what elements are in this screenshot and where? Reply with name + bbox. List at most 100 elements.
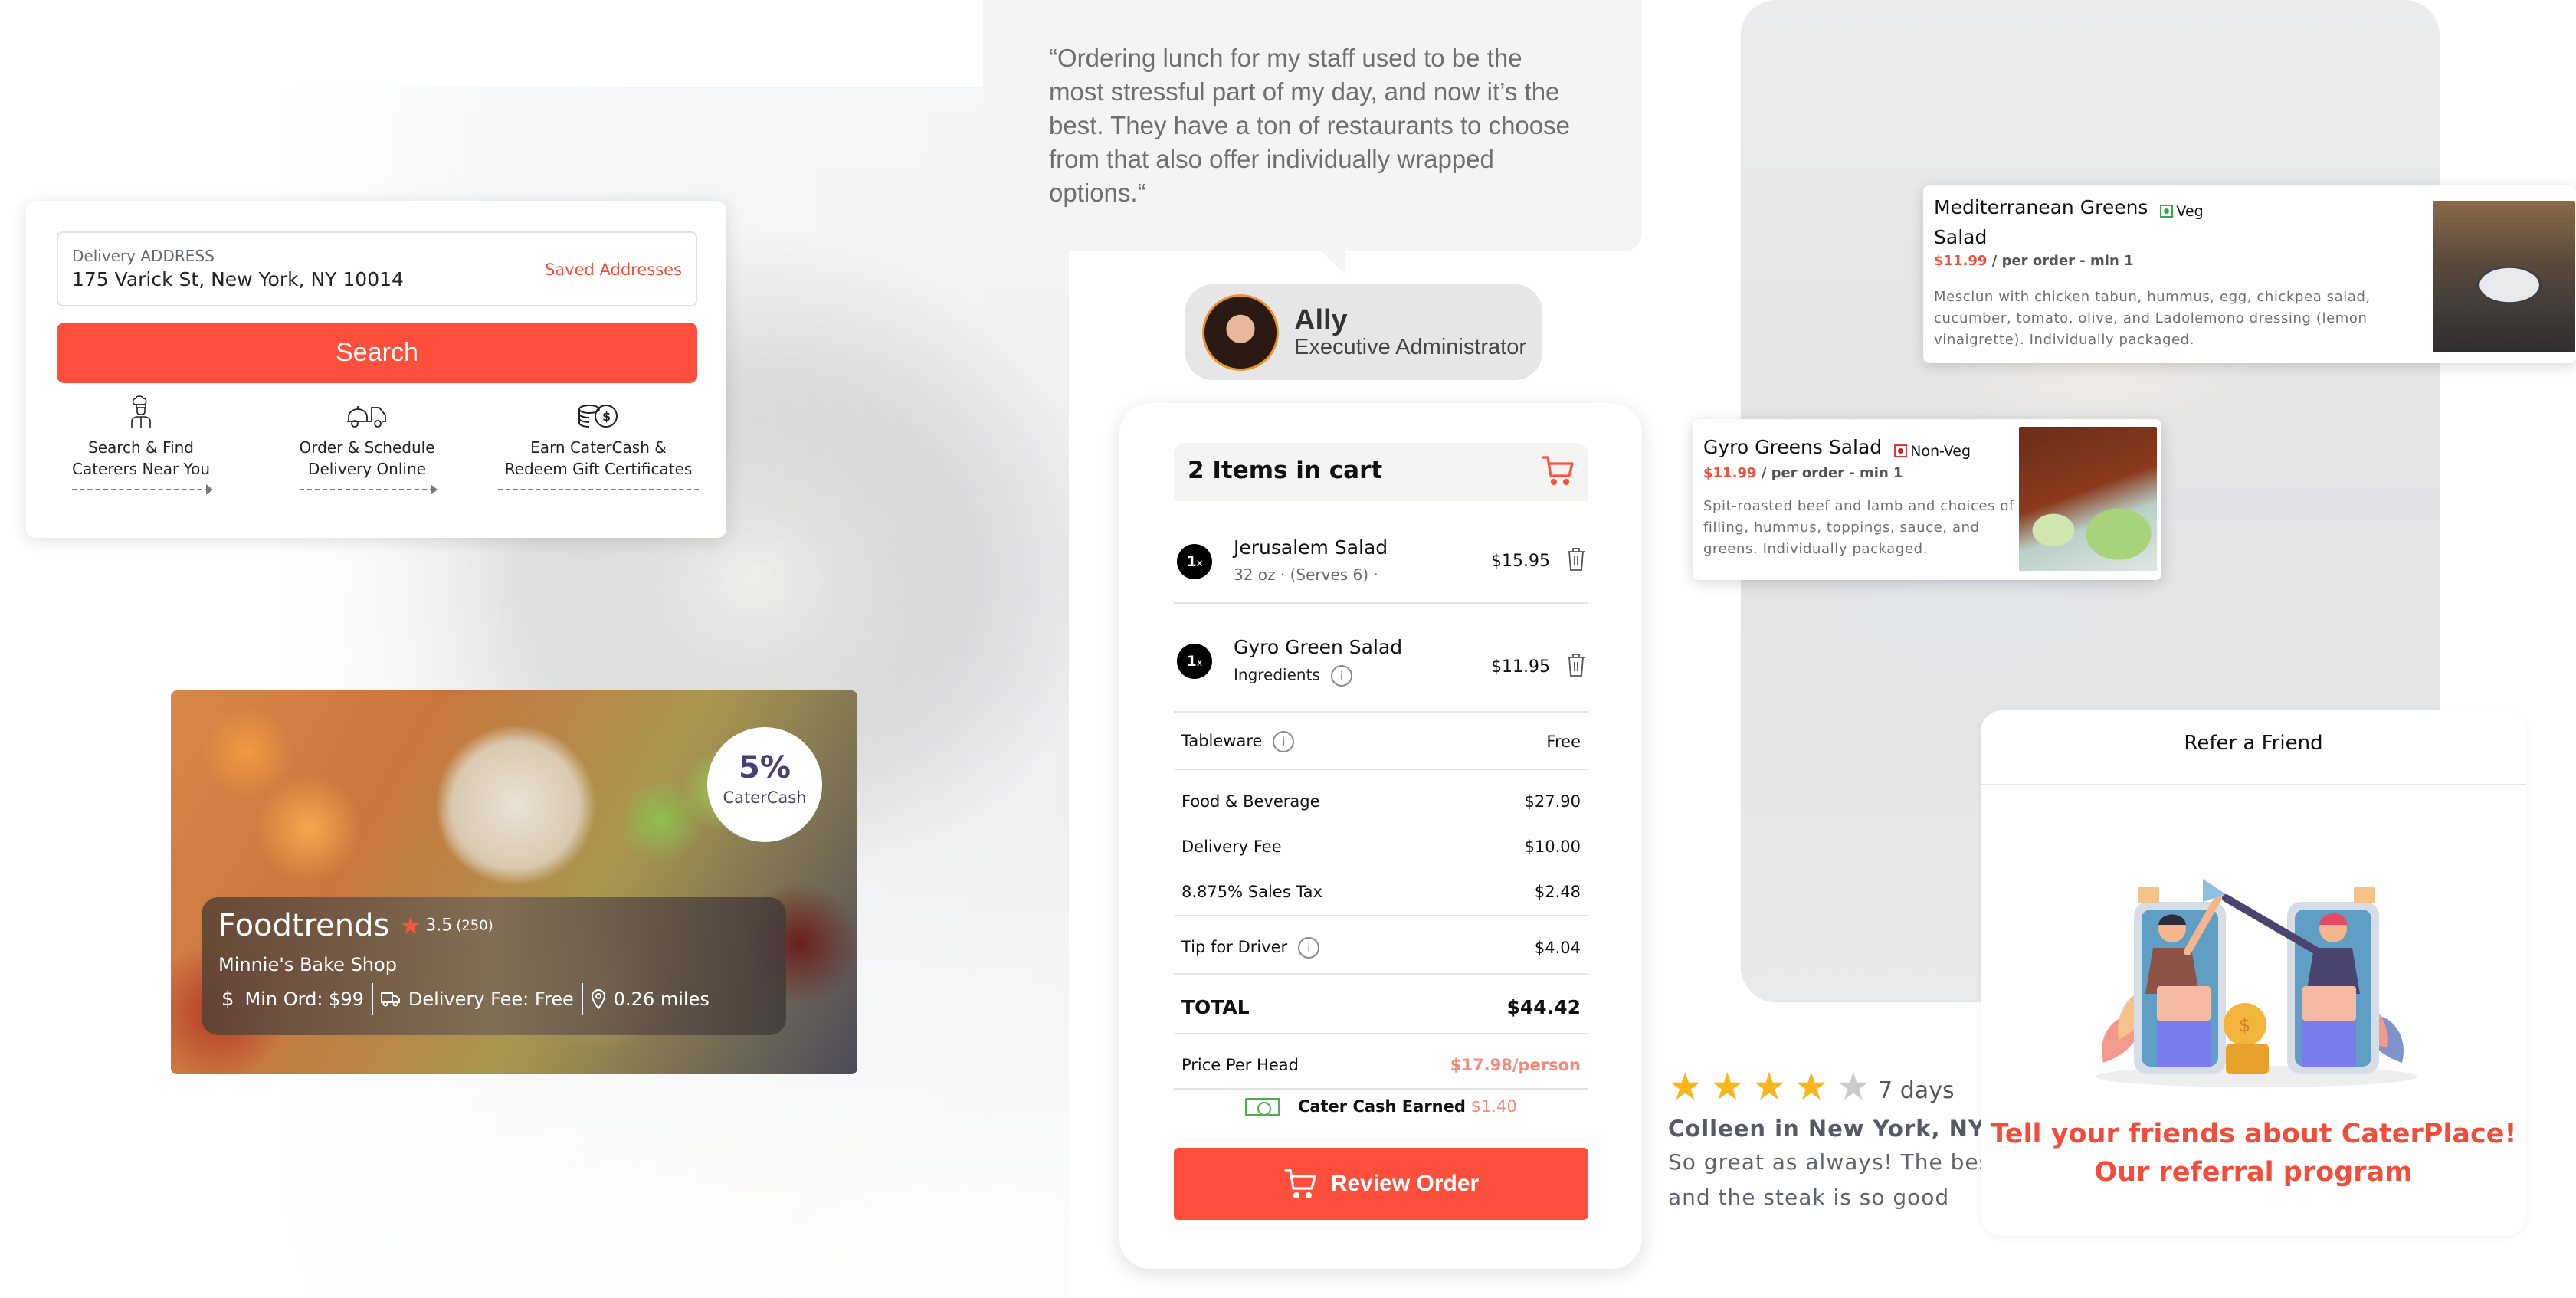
divider	[1174, 769, 1588, 770]
coins-icon: $	[498, 394, 699, 429]
dish-price: $11.99 / per order - min 1	[1934, 253, 2134, 269]
divider	[1174, 1033, 1588, 1034]
referral-cta[interactable]: Tell your friends about CaterPlace! Our …	[1981, 1115, 2526, 1191]
referral-illustration: $	[2096, 879, 2417, 1087]
quantity-suffix: x	[1196, 657, 1203, 669]
restaurant-rating-count: (250)	[456, 917, 493, 934]
item-price: $11.95	[1491, 657, 1550, 677]
info-icon[interactable]: i	[1273, 731, 1295, 752]
dish-card[interactable]: Gyro Greens Salad Non-Veg $11.99 / per o…	[1693, 419, 2161, 580]
delivery-address-field[interactable]: Delivery ADDRESS 175 Varick St, New York…	[57, 231, 697, 306]
quantity-badge: 1x	[1177, 544, 1212, 579]
non-veg-label: Non-Veg	[1910, 442, 1971, 460]
divider	[1174, 973, 1588, 975]
quantity-suffix: x	[1196, 557, 1203, 569]
item-details: 32 oz · (Serves 6) ·	[1234, 565, 1378, 584]
saved-addresses-link[interactable]: Saved Addresses	[545, 261, 682, 279]
avatar	[1202, 293, 1279, 371]
veg-tag: Veg	[2160, 198, 2204, 225]
dish-name-line-2: Salad	[1934, 225, 1988, 248]
divider	[371, 983, 373, 1015]
star-filled-icon: ★	[1794, 1065, 1829, 1109]
price-per-head-value: $17.98/person	[1450, 1056, 1581, 1074]
cart-item: 1x Gyro Green Salad Ingredients i $11.95	[1174, 625, 1588, 717]
restaurant-card[interactable]: 5% CaterCash Foodtrends ★ 3.5 (250) Minn…	[171, 690, 857, 1074]
info-icon[interactable]: i	[1298, 937, 1320, 959]
ingredients-label: Ingredients	[1234, 665, 1320, 684]
tip-row: Tip for Driver i $4.04	[1174, 931, 1588, 965]
food-beverage-label: Food & Beverage	[1181, 792, 1320, 811]
total-value: $44.42	[1506, 995, 1581, 1018]
dashed-arrow	[72, 484, 213, 498]
feature-line-2: Caterers Near You	[71, 460, 211, 478]
item-ingredients: Ingredients i	[1234, 665, 1352, 687]
quantity-value: 1	[1186, 553, 1197, 570]
author-name: Ally	[1294, 303, 1348, 336]
trash-icon[interactable]	[1567, 547, 1585, 575]
cart-card: 2 Items in cart 1x Jerusalem Salad 32 oz…	[1119, 403, 1642, 1269]
divider	[1174, 711, 1588, 713]
location-pin-icon	[591, 989, 606, 1009]
dashed-line	[498, 489, 699, 498]
svg-text:$: $	[2239, 1014, 2250, 1036]
restaurant-info-panel: Foodtrends ★ 3.5 (250) Minnie's Bake Sho…	[202, 897, 786, 1035]
restaurant-meta: $ Min Ord: $99 Delivery Fee: Free 0.26 m…	[218, 983, 769, 1015]
catercash-badge: 5% CaterCash	[707, 727, 822, 842]
quantity-value: 1	[1186, 653, 1197, 670]
author-role: Executive Administrator	[1294, 334, 1527, 359]
feature-earn-catercash: $ Earn CaterCash & Redeem Gift Certifica…	[498, 394, 699, 493]
restaurant-rating: 3.5	[425, 916, 453, 936]
star-filled-icon: ★	[1709, 1065, 1745, 1109]
dish-price-suffix: / per order - min 1	[1756, 465, 1903, 481]
customer-review: ★ ★ ★ ★ ★ 7 days Colleen in New York, NY So g…	[1668, 1065, 1988, 1215]
cart-icon	[1284, 1169, 1316, 1199]
food-beverage-row: Food & Beverage $27.90	[1174, 786, 1588, 817]
review-order-label: Review Order	[1330, 1171, 1480, 1196]
divider	[1174, 602, 1588, 604]
feature-line-2: Delivery Online	[308, 460, 426, 478]
dish-card[interactable]: Mediterranean Greens Veg Salad $11.99 / …	[1923, 185, 2576, 363]
item-price: $15.95	[1491, 552, 1550, 571]
non-veg-icon	[1894, 444, 1908, 457]
food-beverage-value: $27.90	[1524, 792, 1581, 811]
search-button[interactable]: Search	[57, 323, 697, 383]
veg-icon	[2160, 205, 2174, 218]
cart-icon[interactable]	[1541, 455, 1575, 489]
divider	[1981, 784, 2526, 785]
delivery-fee: Delivery Fee: Free	[408, 988, 574, 1010]
trash-icon[interactable]	[1567, 653, 1585, 680]
referral-cta-line-2: Our referral program	[2094, 1157, 2413, 1188]
cater-cash-label: Cater Cash Earned	[1297, 1097, 1466, 1116]
feature-line-1: Earn CaterCash &	[530, 438, 667, 457]
dish-name: Gyro Greens Salad Non-Veg	[1703, 434, 1971, 464]
distance: 0.26 miles	[613, 988, 710, 1010]
divider	[1174, 1088, 1588, 1090]
item-name: Gyro Green Salad	[1234, 636, 1403, 658]
delivery-fee-value: $10.00	[1524, 837, 1581, 856]
refer-a-friend-card[interactable]: Refer a Friend $ Tell your friends about…	[1981, 710, 2526, 1236]
price-per-head-row: Price Per Head $17.98/person	[1174, 1048, 1588, 1082]
dish-photo	[2433, 201, 2575, 352]
referral-cta-line-1: Tell your friends about CaterPlace!	[1990, 1119, 2517, 1149]
star-icon: ★	[399, 911, 422, 940]
search-card: Delivery ADDRESS 175 Varick St, New York…	[26, 201, 726, 538]
feature-search-find: Search & Find Caterers Near You	[57, 394, 225, 495]
cart-item: 1x Jerusalem Salad 32 oz · (Serves 6) · …	[1174, 526, 1588, 618]
address-value[interactable]: 175 Varick St, New York, NY 10014	[72, 268, 404, 290]
tableware-label: Tableware	[1181, 732, 1263, 750]
min-order: Min Ord: $99	[244, 988, 364, 1010]
review-order-button[interactable]: Review Order	[1174, 1148, 1588, 1220]
delivery-fee-row: Delivery Fee $10.00	[1174, 831, 1588, 862]
restaurant-subtitle: Minnie's Bake Shop	[218, 954, 397, 975]
info-icon[interactable]: i	[1330, 665, 1352, 687]
catercash-percent: 5%	[739, 750, 791, 785]
delivery-fee-label: Delivery Fee	[1181, 837, 1282, 856]
cart-header: 2 Items in cart	[1174, 443, 1588, 501]
dish-name-line-1: Gyro Greens Salad	[1703, 436, 1883, 458]
sales-tax-label: 8.875% Sales Tax	[1181, 883, 1322, 901]
feature-line-2: Redeem Gift Certificates	[504, 460, 693, 478]
cash-bill-icon	[1245, 1098, 1281, 1116]
dish-name-line-1: Mediterranean Greens	[1934, 196, 2148, 218]
price-per-head-label: Price Per Head	[1181, 1056, 1299, 1074]
tip-value: $4.04	[1534, 939, 1581, 957]
